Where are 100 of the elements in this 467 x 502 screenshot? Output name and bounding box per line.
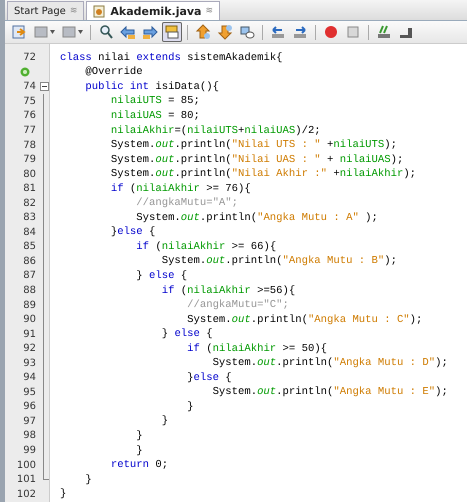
code-text: } [84,474,92,486]
code-text: } [135,430,143,442]
code-text: .println( [250,314,308,326]
toolbar-button[interactable] [193,22,213,42]
keyword-text: else [194,372,219,384]
code-text: .println( [174,154,232,166]
code-text: } [160,415,168,428]
code-text: + [326,154,334,166]
line-number: 99 [23,445,36,456]
keyword-text: return [110,459,150,472]
code-text: .println( [225,255,283,268]
code-text: ); [390,154,404,166]
code-text: { [180,270,188,282]
history-icon [11,24,27,40]
line-number: 101 [16,474,36,486]
code-text: >=56){ [256,284,296,297]
toolbar-button[interactable] [162,22,182,42]
line-number: 79 [23,154,36,166]
line-number: 97 [23,416,36,427]
line-number: 98 [23,430,36,442]
tab-label: Akademik.java [110,4,202,18]
page-icon [61,24,77,40]
editor-tab[interactable]: Start Page ≋ [7,1,84,20]
keyword-text: extends [136,52,181,64]
code-text: ); [384,255,397,268]
keyword-text: else [149,270,174,282]
code-text: System. [186,314,232,326]
string-literal-text: "Angka Mutu : C" [308,314,410,326]
line-number: 102 [16,488,36,500]
code-text: .println( [174,139,232,152]
string-literal-text: "Nilai UAS : " [232,154,321,166]
magnifier-icon [98,24,114,40]
line-number: 95 [23,386,36,398]
string-literal-text: "Angka Mutu : E" [333,386,436,398]
string-literal-text: "Angka Mutu : A" [257,212,359,224]
code-text: .println( [200,212,258,224]
field-name-text: nilaiAkhir [162,240,226,253]
code-text: ); [435,357,448,370]
line-number: 83 [23,212,36,224]
comment-text: //angkaMutu="C"; [186,299,289,312]
record-icon [323,24,339,40]
line-number: 82 [23,198,36,209]
line-number: 91 [23,328,36,340]
static-field-text: out [257,357,276,370]
line-number: 85 [23,241,36,252]
stop-icon [345,24,361,40]
line-number: 78 [23,140,36,151]
arrow-up-icon [195,24,211,40]
toolbar-button[interactable] [215,22,235,42]
editor-tab[interactable]: Akademik.java ≋ [86,1,220,20]
line-number: 93 [23,358,36,369]
code-text: ( [205,342,213,355]
field-name-text: nilaiAkhir [212,342,276,355]
keyword-text: if [110,182,124,195]
code-text: ( [154,240,162,253]
static-field-text: out [180,212,200,224]
shift-right-icon [292,24,308,40]
line-number: 90 [23,314,36,326]
code-text: + [332,168,340,180]
line-number: 87 [23,270,36,282]
code-text: System. [110,139,156,152]
line-number: 84 [23,226,36,238]
fold-toggle-icon[interactable] [40,82,48,92]
code-text: System. [212,386,258,398]
field-name-text: nilaiUAS [110,110,162,122]
code-text: } [60,488,66,500]
line-number: 92 [23,343,36,354]
field-name-text: nilaiAkhir [110,124,174,136]
field-name-text: nilaiUTS [333,139,384,152]
string-literal-text: "Angka Mutu : D" [333,357,436,370]
line-number: 74 [23,81,36,92]
arrow-down-icon [217,24,233,40]
line-number: 77 [23,125,36,136]
static-field-text: out [232,314,251,326]
line-number: 81 [23,183,36,194]
line-number: 100 [16,460,36,471]
code-text: ); [435,386,448,398]
close-tab-button[interactable]: ≋ [205,6,214,16]
code-text: { [148,226,156,238]
code-text: ); [364,212,378,224]
code-text: } [110,226,118,238]
code-text: + [326,139,334,152]
code-text: >= 50){ [282,342,328,355]
code-text: @Override [84,66,143,78]
keyword-text: if [186,342,200,355]
line-number: 80 [23,168,36,180]
code-text: ); [410,314,422,326]
code-text: } [186,400,194,413]
code-text: System. [110,154,156,166]
keyword-text: class [60,52,92,64]
code-text: System. [212,357,258,370]
string-literal-text: "Nilai Akhir :" [232,168,328,180]
shift-left-icon [270,24,286,40]
string-literal-text: "Angka Mutu : B" [282,255,384,268]
keyword-text: if [160,284,174,297]
code-text: { [205,328,213,340]
field-name-text: nilaiUTS [110,95,162,108]
static-field-text: out [206,255,226,268]
static-field-text: out [155,168,174,180]
code-text: ( [180,284,188,297]
